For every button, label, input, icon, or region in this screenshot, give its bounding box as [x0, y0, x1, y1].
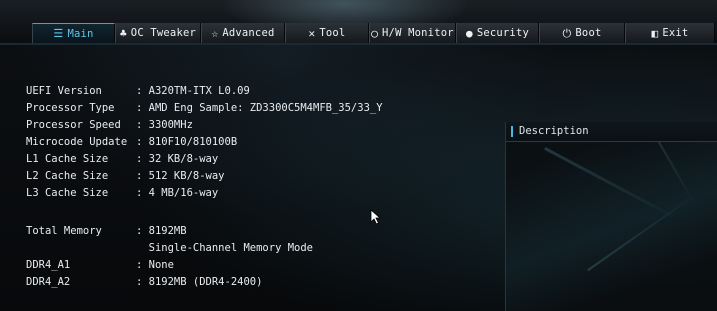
tab-tool[interactable]: ✕ Tool [285, 23, 369, 43]
info-key: Processor Speed [26, 119, 121, 131]
info-value: : 32 KB/8-way [136, 153, 219, 165]
power-icon: ⏻ [562, 26, 572, 40]
tab-security-label: Security [476, 27, 529, 39]
info-key: DDR4_A2 [26, 276, 71, 288]
tab-boot-label: Boot [575, 27, 602, 39]
description-marker [511, 126, 513, 137]
decorative-shard [587, 194, 695, 272]
rocket-icon: ♣ [119, 26, 127, 40]
tools-icon: ✕ [308, 26, 316, 40]
info-value: : 8192MB (DDR4-2400) [136, 276, 263, 288]
list-icon: ☰ [53, 27, 64, 40]
tab-oc-tweaker-label: OC Tweaker [130, 27, 197, 39]
info-key: Processor Type [26, 102, 115, 114]
tab-oc-tweaker[interactable]: ♣ OC Tweaker [115, 23, 201, 43]
info-value: : AMD Eng Sample: ZD3300C5M4MFB_35/33_Y [136, 102, 383, 114]
tab-main[interactable]: ☰ Main [32, 23, 115, 43]
info-value: : 8192MB [136, 225, 187, 237]
tab-boot[interactable]: ⏻ Boot [539, 23, 625, 43]
decorative-shard [544, 146, 678, 221]
tab-exit-label: Exit [662, 27, 689, 39]
description-title: Description [519, 125, 589, 137]
info-value: Single-Channel Memory Mode [136, 242, 314, 254]
star-icon: ☆ [211, 26, 219, 40]
mouse-cursor-icon [370, 209, 382, 225]
tab-hw-monitor[interactable]: ◯ H/W Monitor [369, 23, 456, 43]
tab-main-label: Main [67, 27, 94, 40]
info-value: : 3300MHz [136, 119, 193, 131]
bios-screen: ☰ Main ♣ OC Tweaker ☆ Advanced ✕ Tool ◯ … [0, 0, 717, 311]
info-key: Total Memory [26, 225, 102, 237]
info-key: L3 Cache Size [26, 187, 109, 199]
info-value: : 512 KB/8-way [136, 170, 225, 182]
info-key: Microcode Update [26, 136, 128, 148]
tab-list: ☰ Main ♣ OC Tweaker ☆ Advanced ✕ Tool ◯ … [32, 23, 715, 43]
info-value: : A320TM-ITX L0.09 [136, 85, 250, 97]
tab-exit[interactable]: ◧ Exit [625, 23, 715, 43]
tab-tool-label: Tool [319, 27, 346, 39]
info-key: L2 Cache Size [26, 170, 109, 182]
shield-icon: ● [465, 26, 473, 40]
info-key: L1 Cache Size [26, 153, 109, 165]
description-panel: Description [505, 122, 717, 311]
tab-hw-monitor-label: H/W Monitor [382, 27, 454, 39]
info-key: DDR4_A1 [26, 259, 71, 271]
info-value: : None [136, 259, 174, 271]
tab-advanced[interactable]: ☆ Advanced [201, 23, 285, 43]
info-value: : 4 MB/16-way [136, 187, 219, 199]
top-tab-bar: ☰ Main ♣ OC Tweaker ☆ Advanced ✕ Tool ◯ … [0, 0, 717, 44]
description-header: Description [506, 122, 717, 142]
info-key: UEFI Version [26, 85, 102, 97]
tab-advanced-label: Advanced [222, 27, 275, 39]
monitor-icon: ◯ [371, 26, 379, 40]
exit-icon: ◧ [651, 26, 659, 40]
info-value: : 810F10/810100B [136, 136, 238, 148]
tab-bar-divider [0, 43, 717, 45]
tab-security[interactable]: ● Security [456, 23, 539, 43]
